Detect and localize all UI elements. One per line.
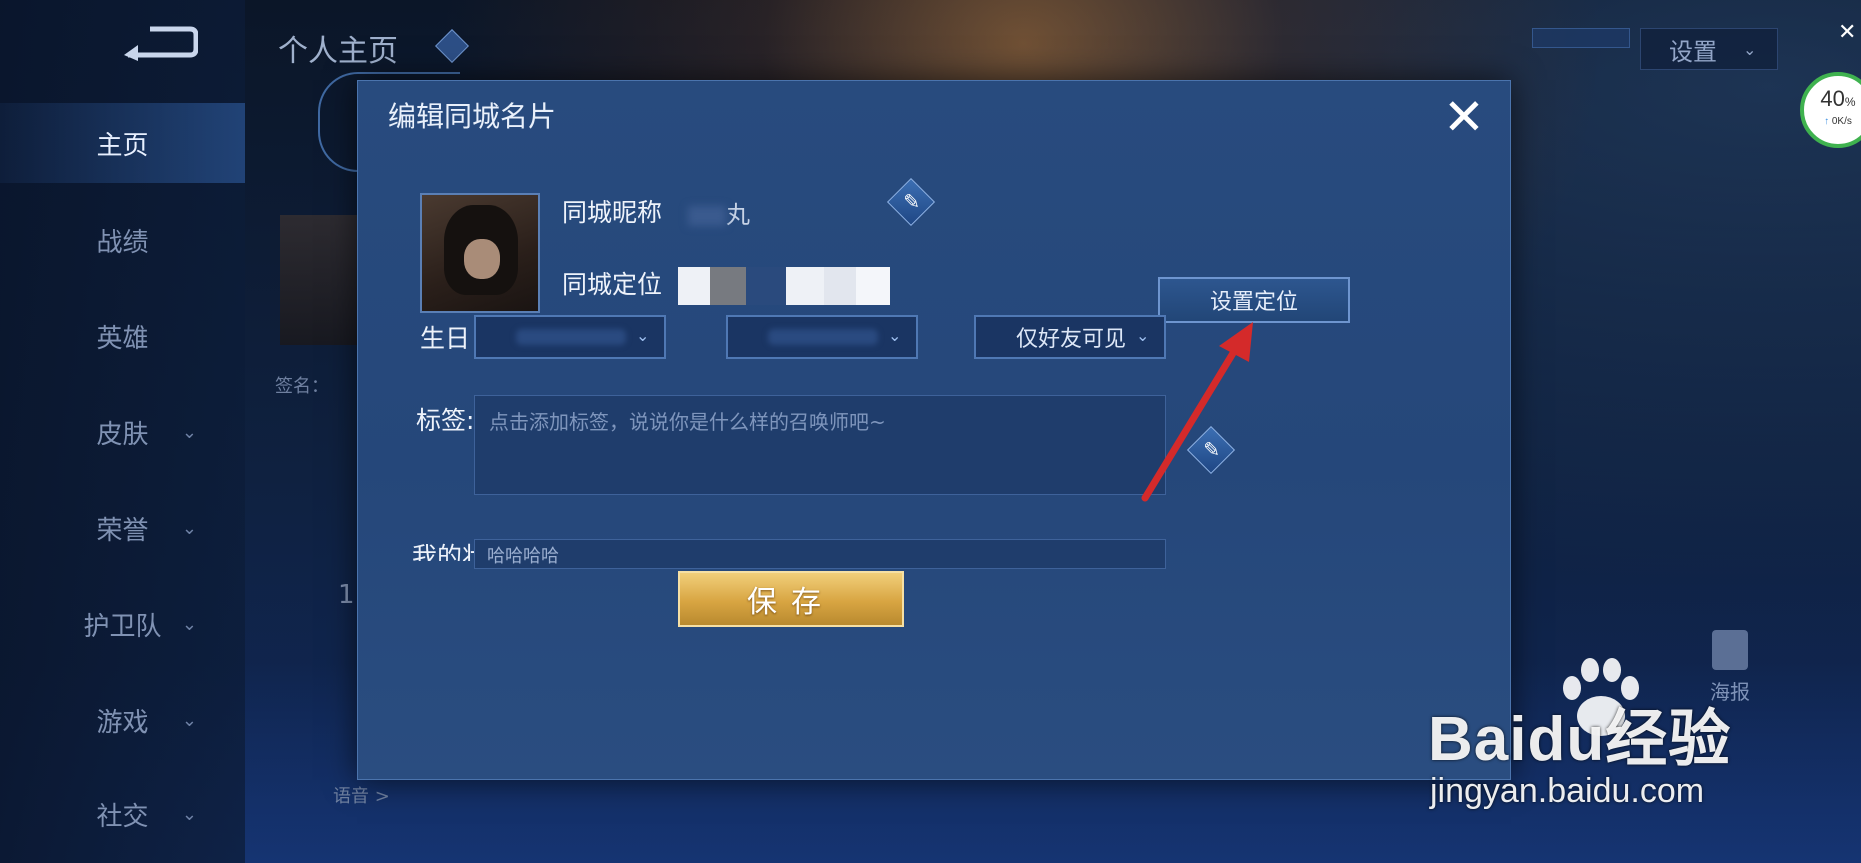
birthday-label: 生日: [420, 324, 471, 353]
tags-input[interactable]: 点击添加标签，说说你是什么样的召唤师吧~: [474, 395, 1166, 495]
sidebar-item-label: 战绩: [96, 227, 149, 258]
status-input[interactable]: 哈哈哈哈: [474, 539, 1166, 569]
watermark-brand: Baidu经验: [1428, 705, 1732, 774]
sidebar-item-label: 主页: [96, 130, 149, 161]
page-title: 个人主页: [278, 34, 398, 69]
back-arrow-icon: [124, 26, 199, 61]
tags-placeholder: 点击添加标签，说说你是什么样的召唤师吧~: [489, 410, 886, 434]
set-location-button[interactable]: 设置定位: [1158, 277, 1350, 323]
back-button[interactable]: [120, 25, 199, 63]
edit-city-card-dialog: 编辑同城名片 ✕ 同城昵称 丸 ✎ 同城定位 设置定位 生日 ⌄ ⌄ 仅好友可见…: [357, 80, 1511, 780]
sidebar-item-home[interactable]: 主页: [0, 103, 245, 183]
save-label: 保存: [747, 585, 835, 620]
close-button[interactable]: ✕: [1438, 91, 1490, 143]
background-number: 1: [338, 580, 355, 610]
sidebar-item-guard-team[interactable]: 护卫队 ⌄: [0, 584, 245, 664]
annotation-arrow: [1141, 322, 1253, 502]
voice-link[interactable]: 语音 >: [333, 782, 390, 808]
chevron-down-icon: ⌄: [636, 326, 650, 345]
status-value: 哈哈哈哈: [487, 546, 559, 567]
chevron-down-icon: ⌄: [181, 421, 197, 443]
chevron-down-icon: ⌄: [181, 613, 197, 635]
settings-label: 设置: [1669, 37, 1717, 66]
background-portrait: [280, 215, 360, 345]
sidebar-item-social[interactable]: 社交 ⌄: [0, 774, 245, 854]
avatar[interactable]: [420, 193, 540, 313]
sidebar-item-label: 游戏: [96, 707, 149, 738]
nickname-label: 同城昵称: [562, 198, 663, 227]
watermark-url: jingyan.baidu.com: [1430, 772, 1705, 810]
dialog-title: 编辑同城名片: [388, 100, 557, 133]
visibility-value: 仅好友可见: [1016, 327, 1127, 352]
nickname-value: 丸: [688, 195, 750, 230]
percent-sign: %: [1844, 95, 1856, 109]
signature-label: 签名：: [275, 376, 329, 397]
network-speed: ↑ 0K/s: [1804, 116, 1861, 127]
sidebar-item-record[interactable]: 战绩: [0, 200, 245, 280]
upload-arrow-icon: ↑: [1824, 116, 1830, 127]
set-location-label: 设置定位: [1209, 290, 1298, 315]
network-percent: 40: [1820, 86, 1845, 111]
sidebar-item-games[interactable]: 游戏 ⌄: [0, 680, 245, 760]
birthday-month-select[interactable]: ⌄: [474, 315, 666, 359]
sidebar: 主页 战绩 英雄 皮肤 ⌄ 荣誉 ⌄ 护卫队 ⌄ 游戏 ⌄ 社交 ⌄: [0, 0, 245, 863]
chevron-down-icon: ⌄: [1743, 39, 1757, 59]
speed-value: 0K/s: [1831, 116, 1852, 127]
baidu-watermark: Baidu经验 jingyan.baidu.com: [1428, 658, 1798, 818]
sidebar-item-honor[interactable]: 荣誉 ⌄: [0, 488, 245, 568]
edit-nickname-button[interactable]: ✎: [886, 177, 936, 227]
chevron-down-icon: ⌄: [181, 709, 197, 731]
sidebar-item-label: 荣誉: [96, 515, 149, 546]
birthday-day-select[interactable]: ⌄: [726, 315, 918, 359]
sidebar-item-label: 社交: [96, 801, 149, 832]
status-badge: [1532, 28, 1630, 48]
sidebar-item-label: 护卫队: [83, 611, 162, 642]
location-value-redacted: [678, 267, 890, 305]
chevron-down-icon: ⌄: [888, 326, 902, 345]
sidebar-item-skins[interactable]: 皮肤 ⌄: [0, 392, 245, 472]
sidebar-item-label: 英雄: [96, 323, 149, 354]
window-close-icon[interactable]: ✕: [1838, 20, 1856, 45]
tags-label: 标签:: [416, 406, 475, 435]
save-button[interactable]: 保存: [678, 571, 904, 627]
location-label: 同城定位: [562, 270, 663, 299]
settings-dropdown[interactable]: 设置 ⌄: [1640, 28, 1778, 70]
pen-icon: ✎: [903, 189, 921, 214]
sidebar-item-heroes[interactable]: 英雄: [0, 296, 245, 376]
chevron-down-icon: ⌄: [181, 517, 197, 539]
chevron-down-icon: ⌄: [181, 803, 197, 825]
sidebar-item-label: 皮肤: [96, 419, 149, 450]
close-icon: ✕: [1443, 88, 1485, 146]
